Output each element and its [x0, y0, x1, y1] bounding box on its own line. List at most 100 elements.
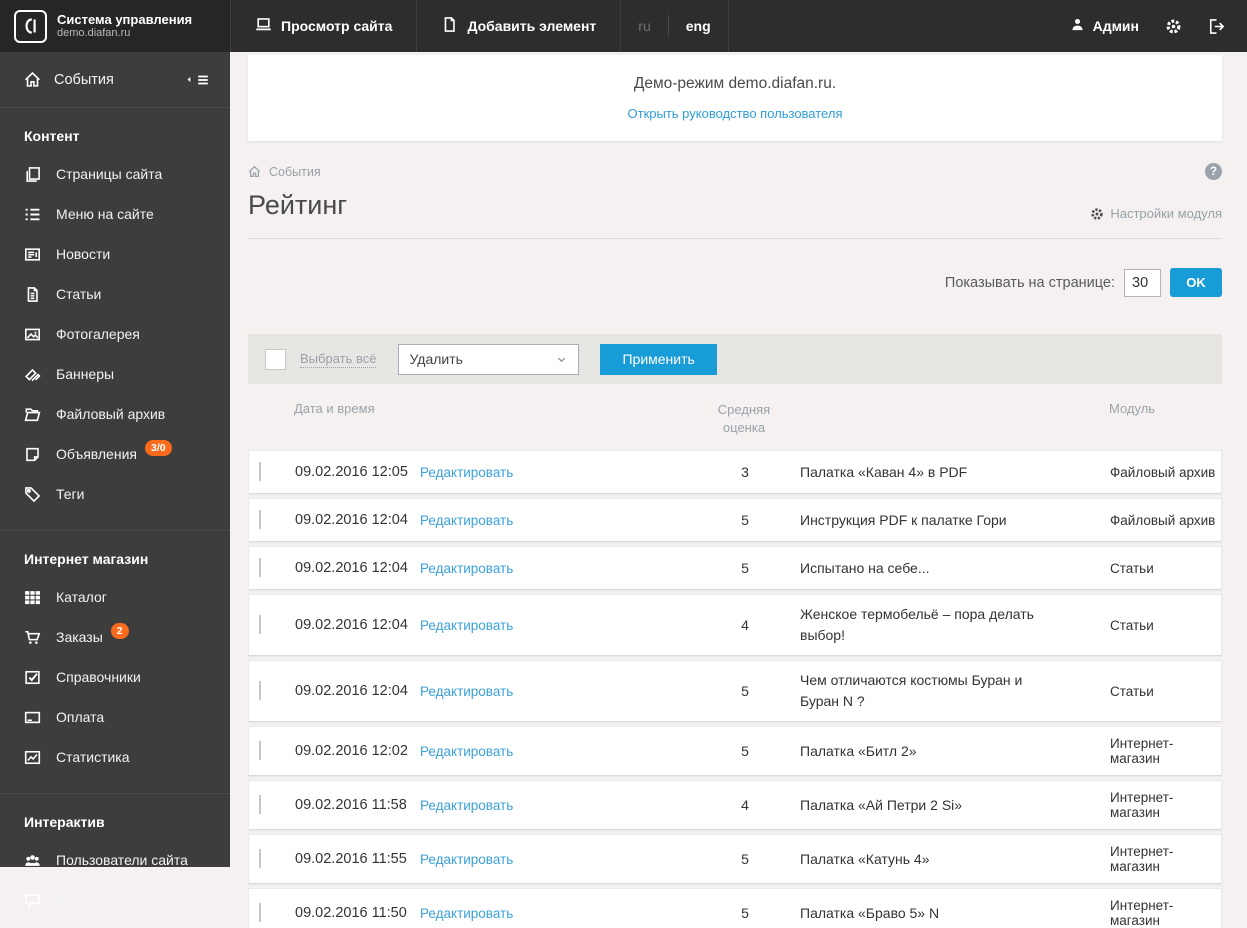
sidebar-item[interactable]: Теги	[0, 474, 230, 514]
row-date: 09.02.2016 12:04	[295, 617, 408, 633]
table-row: 09.02.2016 11:55 Редактировать 5 Палатка…	[248, 834, 1222, 884]
row-title: Палатка «Каван 4» в PDF	[800, 463, 968, 480]
sidebar-item[interactable]: Пользователи сайта	[0, 840, 230, 880]
sidebar-item[interactable]: Каталог	[0, 577, 230, 617]
lang-eng[interactable]: eng	[669, 18, 728, 34]
sidebar-item-label: Баннеры	[56, 366, 115, 382]
sidebar-item-label: Страницы сайта	[56, 166, 163, 182]
sidebar-item[interactable]: Оплата	[0, 697, 230, 737]
edit-link[interactable]: Редактировать	[420, 906, 605, 921]
home-icon	[248, 165, 261, 178]
sidebar-header-label: События	[54, 71, 114, 88]
logo[interactable]: Система управления demo.diafan.ru	[0, 0, 230, 52]
row-module: Статьи	[1110, 617, 1154, 633]
row-checkbox[interactable]	[259, 615, 261, 634]
user-menu[interactable]: Админ	[1070, 17, 1139, 35]
column-date: Дата и время	[294, 401, 375, 416]
row-rating: 3	[741, 464, 749, 480]
sidebar-item[interactable]: Меню на сайте	[0, 194, 230, 234]
select-all-checkbox[interactable]	[265, 348, 286, 370]
row-checkbox[interactable]	[259, 849, 261, 868]
help-button[interactable]: ?	[1205, 163, 1222, 180]
sidebar-item[interactable]: Статьи	[0, 274, 230, 314]
sidebar-item[interactable]: Объявления 3/0	[0, 434, 230, 474]
table-header: Дата и время Средняя оценка Модуль	[248, 384, 1222, 450]
view-site-button[interactable]: Просмотр сайта	[230, 0, 418, 52]
table-row: 09.02.2016 12:02 Редактировать 5 Палатка…	[248, 726, 1222, 776]
settings-gear-icon[interactable]	[1165, 18, 1182, 35]
sidebar-item[interactable]: Статистика	[0, 737, 230, 777]
breadcrumb-label: События	[269, 164, 321, 179]
row-rating: 5	[741, 905, 749, 921]
row-checkbox[interactable]	[259, 510, 261, 529]
module-settings-label: Настройки модуля	[1110, 206, 1222, 221]
cart-icon	[24, 629, 43, 646]
users-icon	[24, 852, 43, 869]
sidebar-item[interactable]: Заказы 2	[0, 617, 230, 657]
row-date: 09.02.2016 11:58	[295, 797, 407, 813]
row-checkbox[interactable]	[259, 903, 261, 922]
row-title: Палатка «Катунь 4»	[800, 850, 930, 867]
announcement-icon	[24, 446, 43, 463]
edit-link[interactable]: Редактировать	[420, 513, 605, 528]
edit-link[interactable]: Редактировать	[420, 798, 605, 813]
main-content: Демо-режим demo.diafan.ru. Открыть руков…	[230, 52, 1247, 928]
row-checkbox[interactable]	[259, 741, 261, 760]
sidebar-item[interactable]: Новости	[0, 234, 230, 274]
row-rating: 4	[741, 797, 749, 813]
column-module: Модуль	[1109, 401, 1156, 416]
comment-icon	[24, 892, 43, 909]
sidebar-item[interactable]: Справочники	[0, 657, 230, 697]
user-name: Админ	[1092, 18, 1139, 34]
row-rating: 5	[741, 851, 749, 867]
sidebar-item[interactable]: Фотогалерея	[0, 314, 230, 354]
sidebar-sections: Контент Страницы сайта Меню на сайте Новост…	[0, 108, 230, 928]
sidebar-item-label: Статьи	[56, 286, 102, 302]
row-checkbox[interactable]	[259, 681, 261, 700]
sidebar-item[interactable]: Страницы сайта	[0, 154, 230, 194]
row-rating: 5	[741, 743, 749, 759]
sidebar-item[interactable]: Файловый архив	[0, 394, 230, 434]
user-guide-link[interactable]: Открыть руководство пользователя	[628, 106, 843, 121]
notification-badge: 3/0	[144, 440, 172, 456]
sidebar-item[interactable]: Форум	[0, 880, 230, 920]
edit-link[interactable]: Редактировать	[420, 684, 605, 699]
add-element-button[interactable]: Добавить элемент	[417, 0, 622, 52]
row-checkbox[interactable]	[259, 795, 261, 814]
apply-button[interactable]: Применить	[600, 343, 717, 375]
diafan-logo-icon	[14, 9, 47, 43]
sidebar-item-label: Оплата	[56, 709, 105, 725]
row-checkbox[interactable]	[259, 462, 261, 481]
row-title: Чем отличаются костюмы Буран и Буран N ?	[800, 672, 1023, 709]
row-date: 09.02.2016 12:05	[295, 464, 408, 480]
lang-ru[interactable]: ru	[621, 18, 667, 34]
edit-link[interactable]: Редактировать	[420, 618, 605, 633]
bulk-actions-bar: Выбрать всё Удалить Применить	[248, 334, 1222, 384]
row-module: Файловый архив	[1110, 512, 1216, 528]
ok-button[interactable]: OK	[1170, 268, 1222, 297]
sidebar-header-events[interactable]: События	[0, 52, 230, 108]
language-switcher: ru eng	[621, 0, 729, 52]
edit-link[interactable]: Редактировать	[420, 561, 605, 576]
row-date: 09.02.2016 12:02	[295, 743, 408, 759]
file-plus-icon	[441, 16, 458, 36]
edit-link[interactable]: Редактировать	[420, 465, 605, 480]
edit-link[interactable]: Редактировать	[420, 744, 605, 759]
row-title: Палатка «Ай Петри 2 Si»	[800, 796, 963, 813]
row-checkbox[interactable]	[259, 558, 261, 577]
edit-link[interactable]: Редактировать	[420, 852, 605, 867]
module-settings-link[interactable]: Настройки модуля	[1090, 206, 1222, 221]
news-icon	[24, 246, 43, 263]
bulk-action-select[interactable]: Удалить	[398, 343, 580, 375]
sidebar-item-label: Заказы	[56, 629, 103, 645]
sidebar-item-label: Справочники	[56, 669, 141, 685]
select-all-label[interactable]: Выбрать всё	[300, 351, 377, 368]
sidebar-item[interactable]: Баннеры	[0, 354, 230, 394]
sidebar-collapse-button[interactable]	[185, 73, 210, 87]
sidebar-item-label: Файловый архив	[56, 406, 166, 422]
logout-icon[interactable]	[1208, 18, 1225, 35]
demo-notice: Демо-режим demo.diafan.ru. Открыть руков…	[248, 55, 1222, 141]
breadcrumb[interactable]: События	[248, 165, 321, 179]
per-page-input[interactable]	[1124, 268, 1161, 297]
app-title: Система управления	[57, 12, 193, 27]
